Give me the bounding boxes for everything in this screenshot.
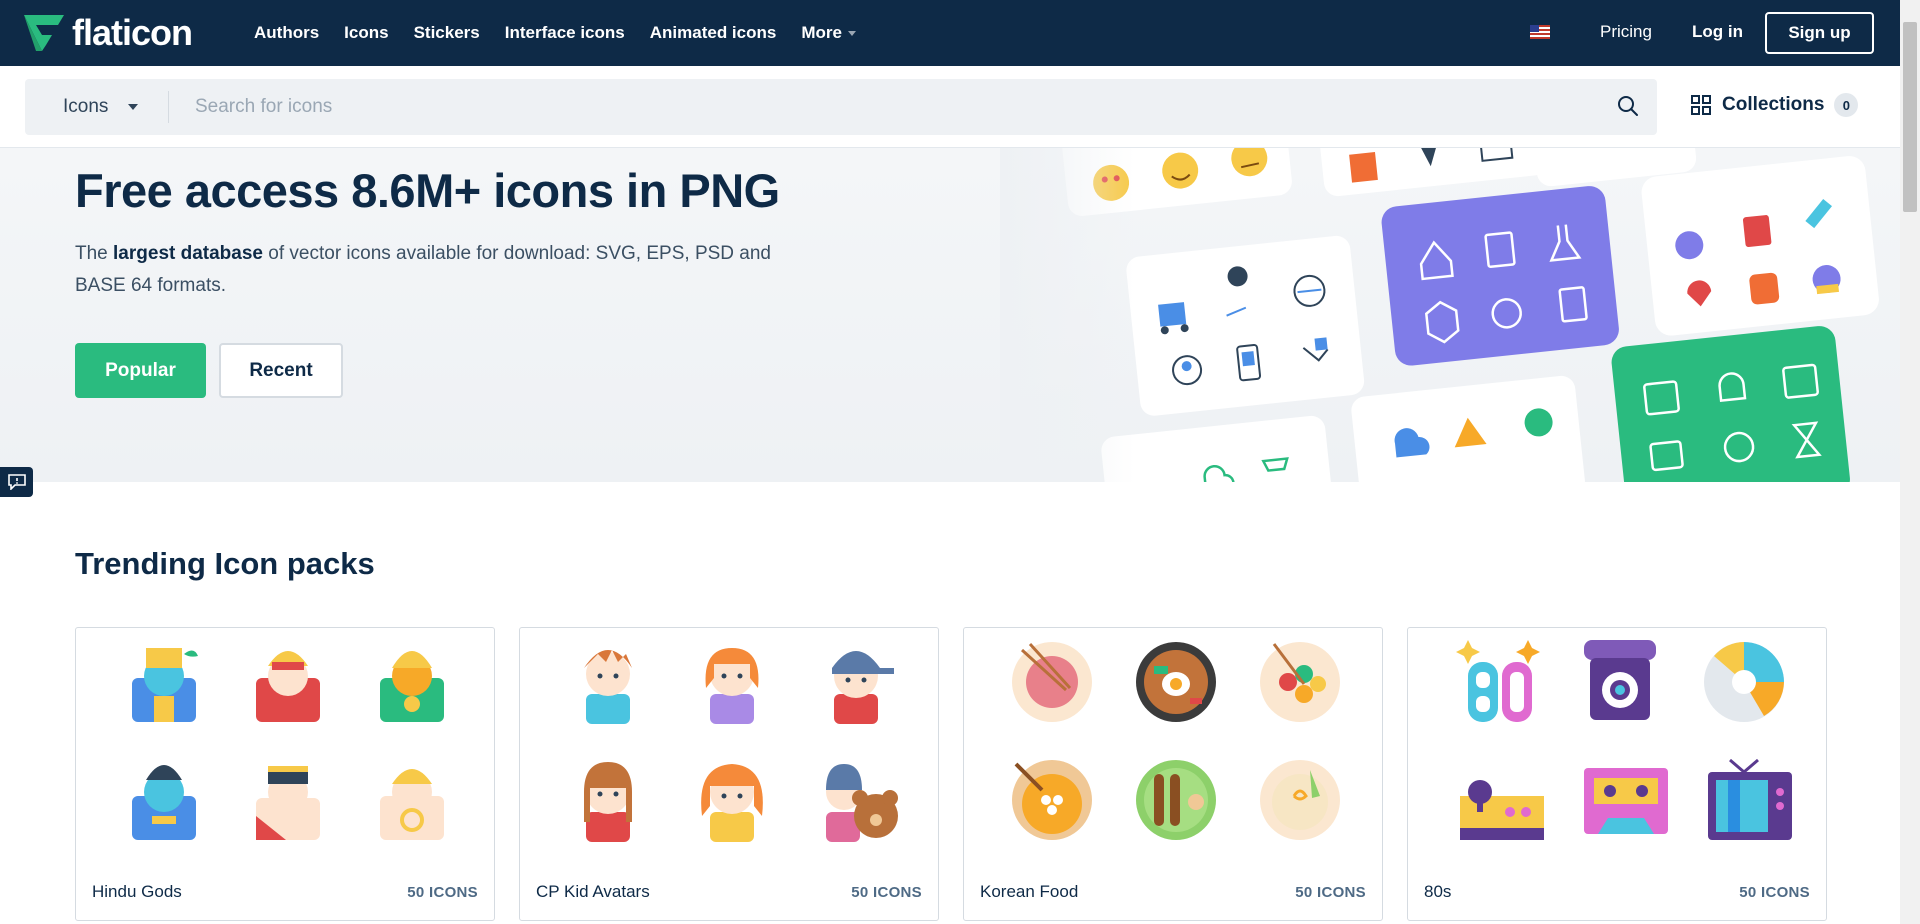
page-scrollbar[interactable]: [1900, 0, 1920, 924]
pack-name: Korean Food: [980, 882, 1079, 901]
signup-button[interactable]: Sign up: [1765, 12, 1874, 54]
search-bar-section: Icons Collections 0: [0, 66, 1900, 148]
grid-icon: [1691, 95, 1711, 115]
flaticon-logo[interactable]: flaticon: [22, 12, 193, 54]
search-bar: Icons: [25, 79, 1657, 135]
scrollbar-thumb[interactable]: [1903, 22, 1917, 212]
icon-pack-card[interactable]: CP Kid Avatars 50 ICONS: [519, 627, 939, 921]
pack-icon-count: 50 ICONS: [851, 884, 922, 901]
nav-stickers[interactable]: Stickers: [414, 23, 480, 43]
pricing-link[interactable]: Pricing: [1600, 22, 1652, 42]
pack-preview-kid-avatars: [584, 648, 898, 842]
recent-button[interactable]: Recent: [219, 343, 343, 398]
hero-desc-text: The: [75, 243, 114, 264]
hero-desc-bold: largest database: [113, 243, 263, 264]
nav-icons[interactable]: Icons: [344, 23, 388, 43]
pack-preview-80s: [1456, 640, 1792, 840]
icon-pack-card[interactable]: Hindu Gods 50 ICONS: [75, 627, 495, 921]
login-link[interactable]: Log in: [1692, 22, 1743, 42]
collections-button[interactable]: Collections 0: [1690, 93, 1859, 117]
hero-illustration: [1000, 148, 1900, 482]
pack-icon-count: 50 ICONS: [1739, 884, 1810, 901]
nav-interface-icons[interactable]: Interface icons: [505, 23, 625, 43]
nav-more[interactable]: More: [801, 23, 856, 43]
hero-description: The largest database of vector icons ava…: [75, 238, 795, 302]
pack-preview-hindu-gods: [132, 648, 444, 840]
nav-more-label: More: [801, 23, 842, 42]
collections-count-badge: 0: [1834, 93, 1859, 117]
pack-preview-korean-food: [1012, 642, 1340, 840]
pack-icon-count: 50 ICONS: [407, 884, 478, 901]
trending-title: Trending Icon packs: [75, 546, 375, 581]
search-divider: [168, 91, 169, 123]
pack-name: CP Kid Avatars: [536, 882, 650, 901]
search-type-label: Icons: [63, 96, 109, 117]
feedback-icon: [7, 474, 26, 490]
search-type-dropdown[interactable]: Icons: [63, 96, 139, 118]
logo-text: flaticon: [72, 12, 193, 53]
main-nav: Authors Icons Stickers Interface icons A…: [254, 0, 856, 66]
icon-pack-card[interactable]: Korean Food 50 ICONS: [963, 627, 1383, 921]
popular-button[interactable]: Popular: [75, 343, 206, 398]
icon-pack-card[interactable]: 80s 50 ICONS: [1407, 627, 1827, 921]
chevron-down-icon: [847, 30, 856, 36]
search-input[interactable]: [195, 92, 1595, 122]
flaticon-logo-icon: [24, 15, 64, 51]
pack-icon-count: 50 ICONS: [1295, 884, 1366, 901]
hero-title: Free access 8.6M+ icons in PNG: [75, 164, 780, 217]
pack-name: 80s: [1424, 882, 1452, 901]
feedback-button[interactable]: [0, 467, 33, 497]
collections-label: Collections: [1722, 94, 1825, 115]
us-flag-icon[interactable]: [1530, 25, 1550, 39]
nav-authors[interactable]: Authors: [254, 23, 319, 43]
nav-animated-icons[interactable]: Animated icons: [650, 23, 777, 43]
hero-banner: Free access 8.6M+ icons in PNG The large…: [0, 148, 1900, 482]
chevron-down-icon: [128, 104, 139, 110]
top-navigation: flaticon Authors Icons Stickers Interfac…: [0, 0, 1920, 66]
search-icon[interactable]: [1616, 94, 1640, 118]
pack-name: Hindu Gods: [92, 882, 182, 901]
